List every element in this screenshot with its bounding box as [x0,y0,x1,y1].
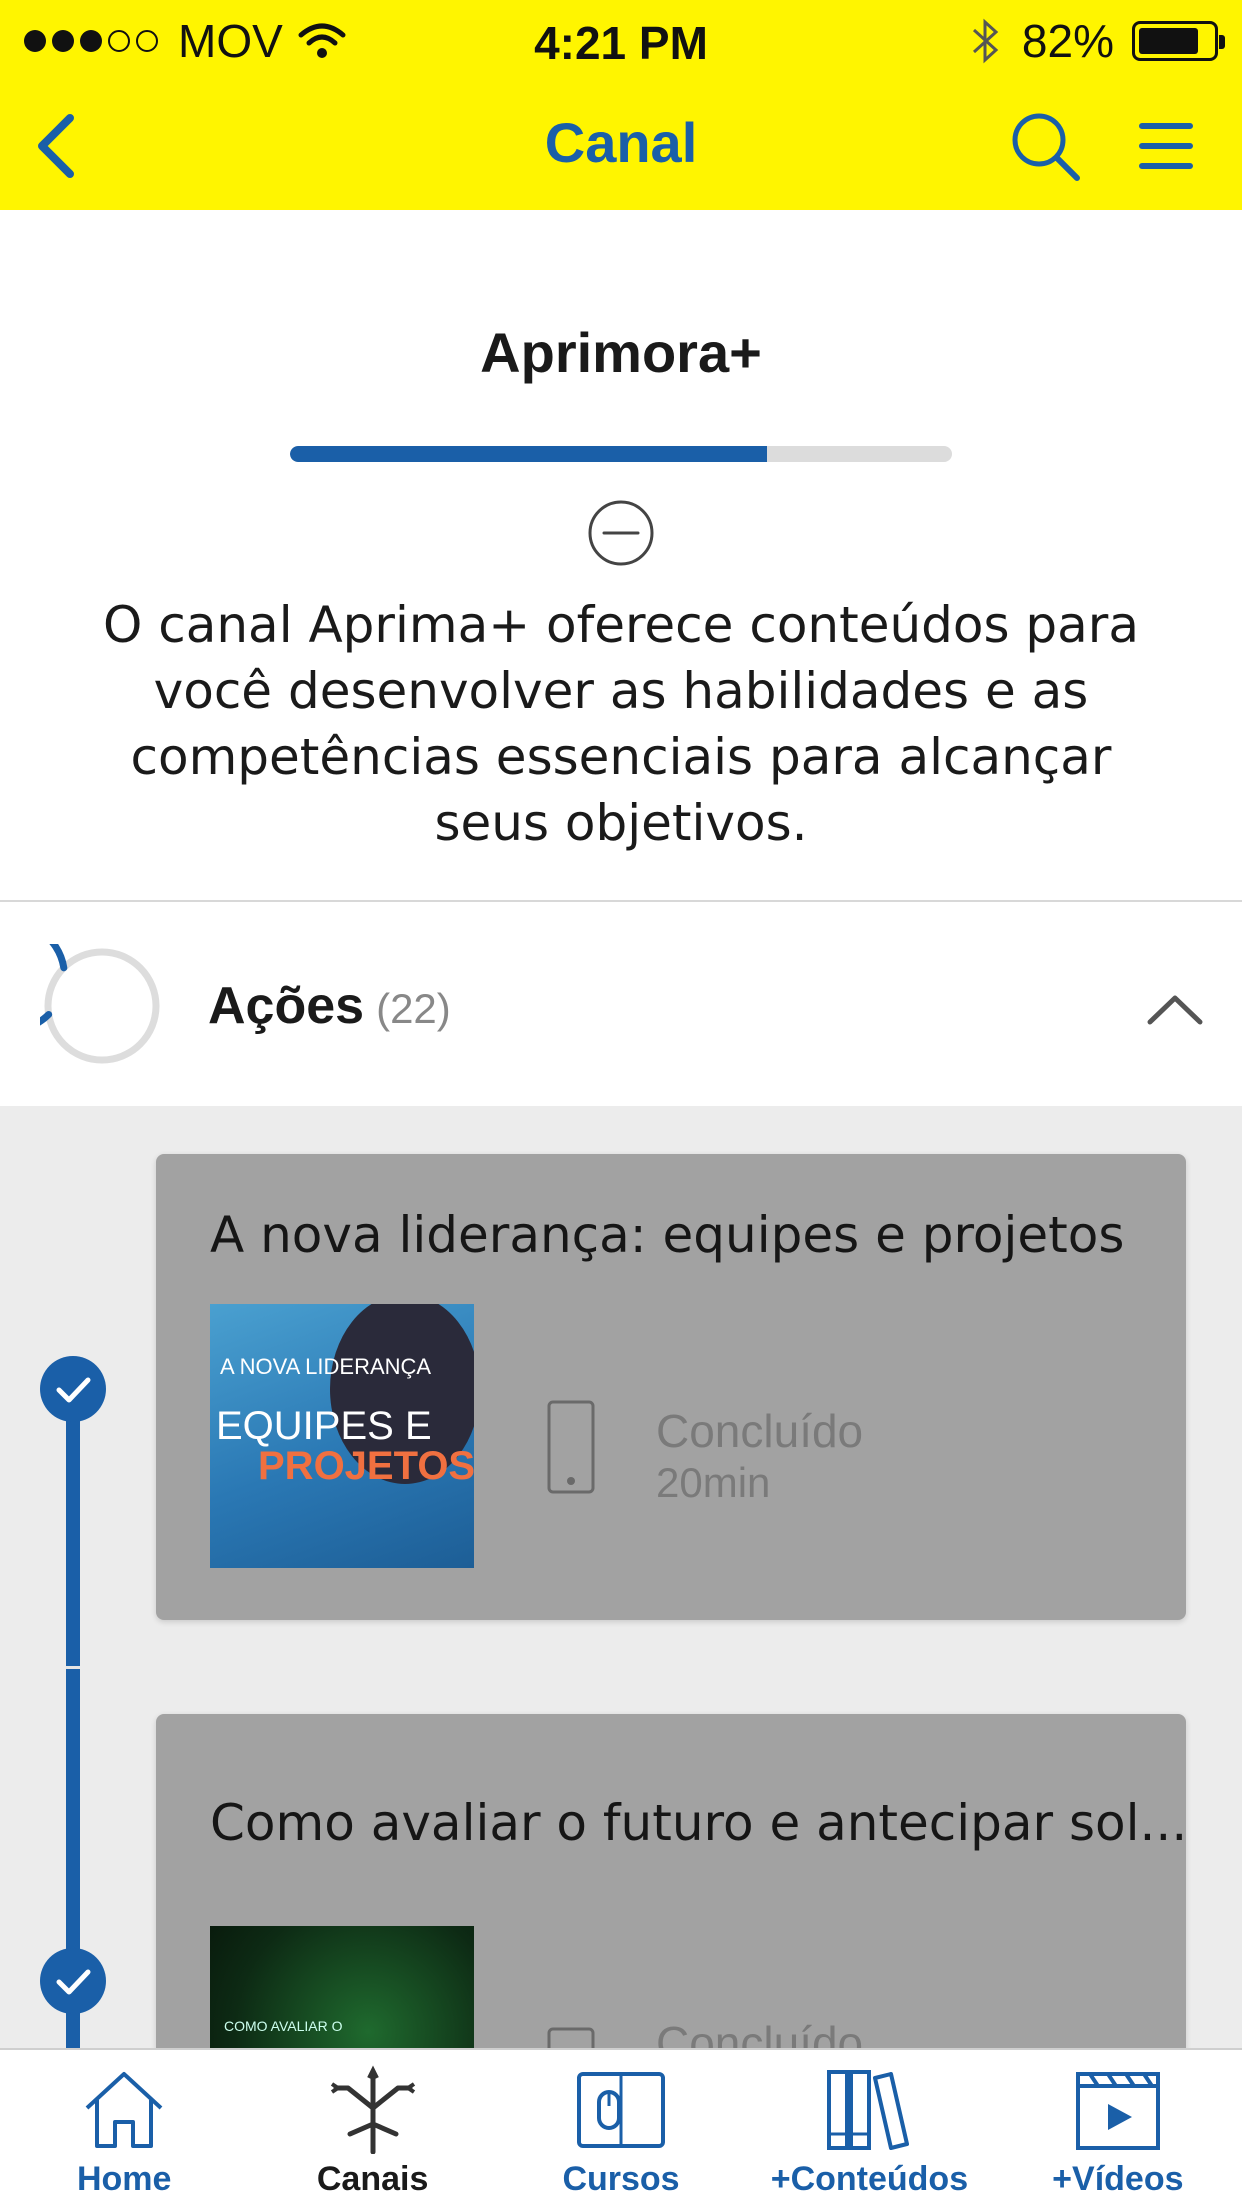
collapse-minus-icon[interactable] [586,498,656,568]
tab-label: +Conteúdos [770,2160,969,2198]
completed-check-icon [40,1948,106,2014]
home-icon [85,2072,163,2148]
battery-percent: 82% [1021,15,1114,67]
channel-description: O canal Aprima+ oferece conteúdos para v… [102,596,1139,852]
tab-channels[interactable]: Canais [248,2050,496,2208]
battery-icon [1132,21,1225,61]
progress-fill [290,446,767,462]
actions-title: Ações [208,977,365,1035]
card-status: Concluído [656,2017,864,2048]
search-icon[interactable] [1005,106,1085,186]
channels-icon [330,2065,415,2154]
video-icon [1075,2072,1160,2150]
actions-label: Ações (22) [208,976,451,1036]
tab-label: Canais [316,2160,429,2198]
chevron-up-icon[interactable] [1140,974,1210,1044]
tab-label: +Vídeos [1052,2160,1184,2198]
card-title: A nova liderança: equipes e projetos [210,1206,1125,1264]
card-status: Concluído [656,1405,864,1457]
card-title: Como avaliar o futuro e antecipar sol... [210,1794,1186,1852]
card-thumbnail: COMO AVALIAR O [210,1926,474,2048]
mobile-device-icon [547,2027,595,2048]
tab-label: Home [76,2160,172,2198]
thumbnail-line1: EQUIPES E [216,1404,432,1448]
bluetooth-icon [972,18,999,64]
battery-status: 82% [968,14,1225,68]
books-icon [827,2070,910,2150]
action-card[interactable]: A nova liderança: equipes e projetos A N… [156,1154,1186,1620]
channel-progress-bar [290,446,952,462]
card-thumbnail: A NOVA LIDERANÇA EQUIPES E PROJETOS [210,1304,474,1568]
tab-contents[interactable]: +Conteúdos [745,2050,993,2208]
tab-videos[interactable]: +Vídeos [994,2050,1242,2208]
courses-icon [577,2072,666,2148]
actions-section-header[interactable]: Ações (22) [0,904,1242,1106]
progress-ring-icon [40,944,160,1064]
nav-bar: Canal [0,84,1242,210]
completed-check-icon [40,1356,106,1422]
timeline-divider [66,1666,80,1669]
thumbnail-caption: A NOVA LIDERANÇA [220,1354,432,1379]
status-bar: MOV 4:21 PM 82% [0,0,1242,84]
thumbnail-line2: PROJETOS [258,1444,474,1488]
actions-count: (22) [376,985,451,1032]
channel-header: Aprimora+ O canal Aprima+ oferece conteú… [0,210,1242,902]
mobile-device-icon [547,1400,595,1494]
action-card[interactable]: Como avaliar o futuro e antecipar sol...… [156,1714,1186,2048]
hamburger-menu-icon[interactable] [1128,106,1208,186]
card-duration: 20min [656,1459,771,1506]
actions-list: A nova liderança: equipes e projetos A N… [0,1106,1242,2048]
tab-courses[interactable]: Cursos [497,2050,745,2208]
tab-label: Cursos [562,2160,680,2198]
bottom-tab-bar: Home Canais Cursos +Conteúdos +Vídeos [0,2048,1242,2208]
tab-home[interactable]: Home [0,2050,248,2208]
thumbnail-caption: COMO AVALIAR O [224,2018,343,2034]
top-bar: MOV 4:21 PM 82% Canal [0,0,1242,210]
channel-title: Aprimora+ [480,321,762,384]
